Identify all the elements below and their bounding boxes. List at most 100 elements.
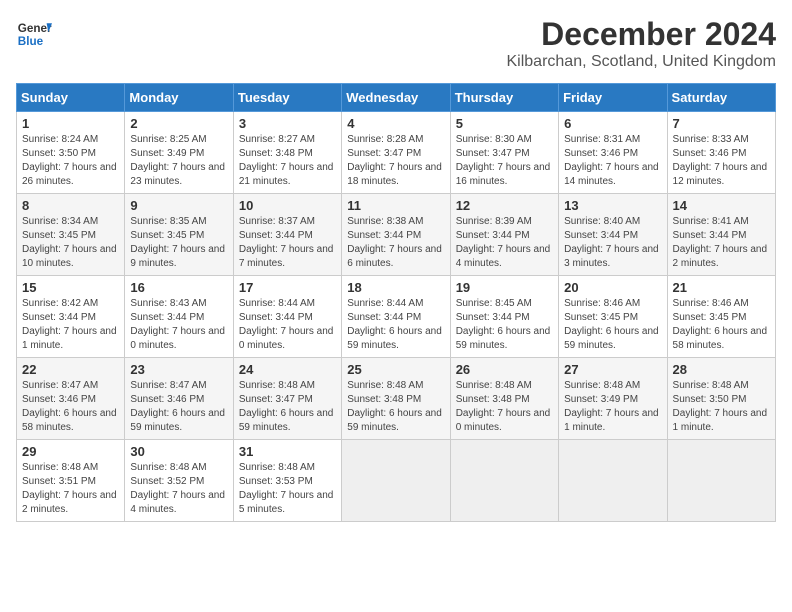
day-info: Sunrise: 8:41 AM Sunset: 3:44 PM Dayligh… (673, 215, 770, 271)
day-info: Sunrise: 8:48 AM Sunset: 3:48 PM Dayligh… (347, 379, 444, 435)
calendar-cell: 22 Sunrise: 8:47 AM Sunset: 3:46 PM Dayl… (17, 358, 125, 440)
day-info: Sunrise: 8:33 AM Sunset: 3:46 PM Dayligh… (673, 133, 770, 189)
day-info: Sunrise: 8:47 AM Sunset: 3:46 PM Dayligh… (130, 379, 227, 435)
svg-text:Blue: Blue (18, 35, 44, 48)
calendar-cell (667, 440, 775, 522)
calendar-cell (342, 440, 450, 522)
day-info: Sunrise: 8:43 AM Sunset: 3:44 PM Dayligh… (130, 297, 227, 353)
calendar-cell: 4 Sunrise: 8:28 AM Sunset: 3:47 PM Dayli… (342, 112, 450, 194)
calendar-cell: 5 Sunrise: 8:30 AM Sunset: 3:47 PM Dayli… (450, 112, 558, 194)
logo-icon: General Blue (16, 16, 52, 52)
calendar-cell: 12 Sunrise: 8:39 AM Sunset: 3:44 PM Dayl… (450, 194, 558, 276)
calendar-cell: 6 Sunrise: 8:31 AM Sunset: 3:46 PM Dayli… (559, 112, 667, 194)
day-number: 30 (130, 444, 227, 459)
month-title: December 2024 (507, 16, 777, 53)
weekday-header: Saturday (667, 84, 775, 112)
day-number: 18 (347, 280, 444, 295)
day-number: 7 (673, 116, 770, 131)
calendar-cell: 2 Sunrise: 8:25 AM Sunset: 3:49 PM Dayli… (125, 112, 233, 194)
day-number: 3 (239, 116, 336, 131)
day-info: Sunrise: 8:46 AM Sunset: 3:45 PM Dayligh… (564, 297, 661, 353)
location-title: Kilbarchan, Scotland, United Kingdom (507, 53, 777, 71)
calendar-cell: 9 Sunrise: 8:35 AM Sunset: 3:45 PM Dayli… (125, 194, 233, 276)
day-number: 21 (673, 280, 770, 295)
day-info: Sunrise: 8:44 AM Sunset: 3:44 PM Dayligh… (239, 297, 336, 353)
day-info: Sunrise: 8:35 AM Sunset: 3:45 PM Dayligh… (130, 215, 227, 271)
day-info: Sunrise: 8:27 AM Sunset: 3:48 PM Dayligh… (239, 133, 336, 189)
calendar-cell: 21 Sunrise: 8:46 AM Sunset: 3:45 PM Dayl… (667, 276, 775, 358)
calendar-cell: 24 Sunrise: 8:48 AM Sunset: 3:47 PM Dayl… (233, 358, 341, 440)
weekday-header: Monday (125, 84, 233, 112)
logo: General Blue (16, 16, 52, 52)
calendar-cell: 23 Sunrise: 8:47 AM Sunset: 3:46 PM Dayl… (125, 358, 233, 440)
day-info: Sunrise: 8:37 AM Sunset: 3:44 PM Dayligh… (239, 215, 336, 271)
day-info: Sunrise: 8:48 AM Sunset: 3:53 PM Dayligh… (239, 461, 336, 517)
day-number: 26 (456, 362, 553, 377)
calendar-table: SundayMondayTuesdayWednesdayThursdayFrid… (16, 83, 776, 522)
calendar-cell (559, 440, 667, 522)
day-info: Sunrise: 8:48 AM Sunset: 3:48 PM Dayligh… (456, 379, 553, 435)
day-number: 24 (239, 362, 336, 377)
day-number: 4 (347, 116, 444, 131)
day-number: 12 (456, 198, 553, 213)
calendar-cell: 3 Sunrise: 8:27 AM Sunset: 3:48 PM Dayli… (233, 112, 341, 194)
day-info: Sunrise: 8:38 AM Sunset: 3:44 PM Dayligh… (347, 215, 444, 271)
day-info: Sunrise: 8:28 AM Sunset: 3:47 PM Dayligh… (347, 133, 444, 189)
day-number: 29 (22, 444, 119, 459)
weekday-header: Wednesday (342, 84, 450, 112)
day-number: 23 (130, 362, 227, 377)
day-number: 27 (564, 362, 661, 377)
calendar-cell: 11 Sunrise: 8:38 AM Sunset: 3:44 PM Dayl… (342, 194, 450, 276)
weekday-header: Friday (559, 84, 667, 112)
day-number: 10 (239, 198, 336, 213)
calendar-cell: 15 Sunrise: 8:42 AM Sunset: 3:44 PM Dayl… (17, 276, 125, 358)
calendar-cell: 10 Sunrise: 8:37 AM Sunset: 3:44 PM Dayl… (233, 194, 341, 276)
calendar-cell: 26 Sunrise: 8:48 AM Sunset: 3:48 PM Dayl… (450, 358, 558, 440)
day-number: 13 (564, 198, 661, 213)
calendar-cell (450, 440, 558, 522)
day-info: Sunrise: 8:46 AM Sunset: 3:45 PM Dayligh… (673, 297, 770, 353)
day-info: Sunrise: 8:34 AM Sunset: 3:45 PM Dayligh… (22, 215, 119, 271)
day-number: 22 (22, 362, 119, 377)
calendar-cell: 30 Sunrise: 8:48 AM Sunset: 3:52 PM Dayl… (125, 440, 233, 522)
day-info: Sunrise: 8:25 AM Sunset: 3:49 PM Dayligh… (130, 133, 227, 189)
day-info: Sunrise: 8:42 AM Sunset: 3:44 PM Dayligh… (22, 297, 119, 353)
weekday-header: Tuesday (233, 84, 341, 112)
day-info: Sunrise: 8:31 AM Sunset: 3:46 PM Dayligh… (564, 133, 661, 189)
calendar-week: 1 Sunrise: 8:24 AM Sunset: 3:50 PM Dayli… (17, 112, 776, 194)
calendar-cell: 7 Sunrise: 8:33 AM Sunset: 3:46 PM Dayli… (667, 112, 775, 194)
day-number: 9 (130, 198, 227, 213)
calendar-week: 8 Sunrise: 8:34 AM Sunset: 3:45 PM Dayli… (17, 194, 776, 276)
day-info: Sunrise: 8:45 AM Sunset: 3:44 PM Dayligh… (456, 297, 553, 353)
calendar-week: 22 Sunrise: 8:47 AM Sunset: 3:46 PM Dayl… (17, 358, 776, 440)
day-number: 14 (673, 198, 770, 213)
day-number: 6 (564, 116, 661, 131)
day-info: Sunrise: 8:48 AM Sunset: 3:52 PM Dayligh… (130, 461, 227, 517)
day-info: Sunrise: 8:44 AM Sunset: 3:44 PM Dayligh… (347, 297, 444, 353)
day-info: Sunrise: 8:48 AM Sunset: 3:47 PM Dayligh… (239, 379, 336, 435)
calendar-body: 1 Sunrise: 8:24 AM Sunset: 3:50 PM Dayli… (17, 112, 776, 522)
calendar-cell: 17 Sunrise: 8:44 AM Sunset: 3:44 PM Dayl… (233, 276, 341, 358)
page-header: General Blue December 2024 Kilbarchan, S… (16, 16, 776, 71)
day-number: 28 (673, 362, 770, 377)
day-number: 25 (347, 362, 444, 377)
day-number: 16 (130, 280, 227, 295)
calendar-cell: 20 Sunrise: 8:46 AM Sunset: 3:45 PM Dayl… (559, 276, 667, 358)
day-info: Sunrise: 8:48 AM Sunset: 3:50 PM Dayligh… (673, 379, 770, 435)
weekday-header: Sunday (17, 84, 125, 112)
calendar-cell: 28 Sunrise: 8:48 AM Sunset: 3:50 PM Dayl… (667, 358, 775, 440)
calendar-week: 29 Sunrise: 8:48 AM Sunset: 3:51 PM Dayl… (17, 440, 776, 522)
calendar-cell: 25 Sunrise: 8:48 AM Sunset: 3:48 PM Dayl… (342, 358, 450, 440)
day-info: Sunrise: 8:39 AM Sunset: 3:44 PM Dayligh… (456, 215, 553, 271)
day-info: Sunrise: 8:47 AM Sunset: 3:46 PM Dayligh… (22, 379, 119, 435)
calendar-header: SundayMondayTuesdayWednesdayThursdayFrid… (17, 84, 776, 112)
day-info: Sunrise: 8:40 AM Sunset: 3:44 PM Dayligh… (564, 215, 661, 271)
calendar-cell: 14 Sunrise: 8:41 AM Sunset: 3:44 PM Dayl… (667, 194, 775, 276)
day-number: 15 (22, 280, 119, 295)
day-info: Sunrise: 8:30 AM Sunset: 3:47 PM Dayligh… (456, 133, 553, 189)
calendar-cell: 29 Sunrise: 8:48 AM Sunset: 3:51 PM Dayl… (17, 440, 125, 522)
calendar-cell: 1 Sunrise: 8:24 AM Sunset: 3:50 PM Dayli… (17, 112, 125, 194)
day-info: Sunrise: 8:48 AM Sunset: 3:51 PM Dayligh… (22, 461, 119, 517)
calendar-cell: 31 Sunrise: 8:48 AM Sunset: 3:53 PM Dayl… (233, 440, 341, 522)
day-number: 11 (347, 198, 444, 213)
